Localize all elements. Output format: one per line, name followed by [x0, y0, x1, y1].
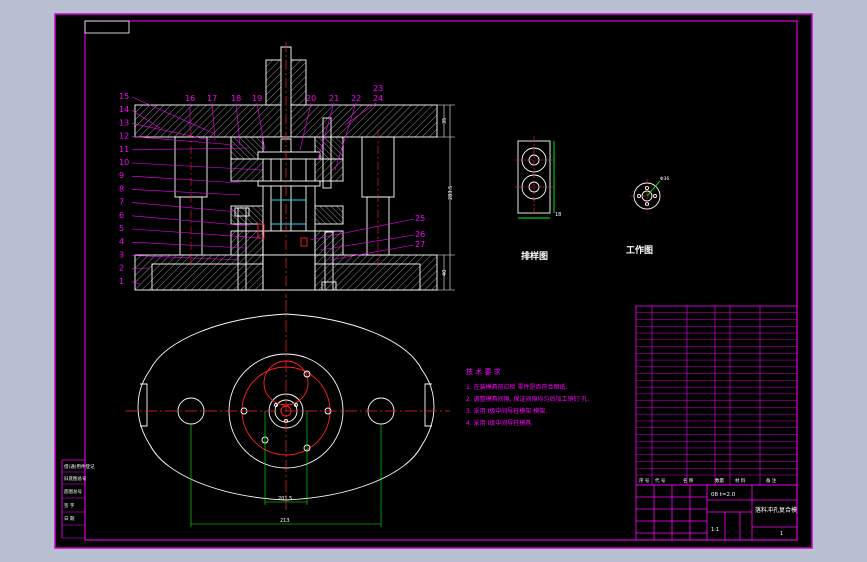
cad-frame: 借(通)用件登记 旧底图总号 底图总号 签 字 日 期 283.5 35 40 …: [0, 0, 867, 562]
title-scale: 1:1: [711, 527, 719, 533]
title-drawing-name: 落料冲孔复合模: [755, 506, 797, 514]
part-label-13: 13: [119, 118, 129, 127]
title-material: 08 t=2.0: [711, 492, 736, 498]
part-label-21: 21: [329, 94, 339, 103]
plan-dim-inner: 201.5: [278, 496, 292, 502]
part-label-24: 24: [373, 94, 383, 103]
bom-header-4: 材 料: [735, 477, 746, 484]
bom-header-2: 名 称: [683, 477, 694, 484]
workpiece-title: 工作图: [626, 244, 653, 256]
part-label-19: 19: [252, 94, 262, 103]
title-sheet: 1: [780, 531, 783, 537]
part-label-15: 15: [119, 92, 129, 101]
stamp-cell-2: 底图总号: [64, 488, 82, 495]
dim-bottom-label: 40: [442, 270, 448, 276]
part-label-20: 20: [306, 94, 316, 103]
dim-top-label: 35: [442, 118, 448, 124]
part-label-14: 14: [119, 105, 129, 114]
cad-drawing: 借(通)用件登记 旧底图总号 底图总号 签 字 日 期 283.5 35 40 …: [54, 13, 813, 549]
part-label-5: 5: [119, 224, 124, 233]
dim-height-label: 283.5: [448, 186, 454, 200]
plan-dim-outer: 213: [280, 518, 290, 524]
tech-note-4: 4. 采用 Ⅰ级中间导柱模具.: [466, 419, 533, 427]
part-label-1: 1: [119, 277, 124, 286]
part-label-16: 16: [185, 94, 195, 103]
stamp-cell-3: 签 字: [64, 502, 75, 509]
strip-layout-title: 排样图: [521, 250, 548, 262]
part-label-18: 18: [231, 94, 241, 103]
part-label-11: 11: [119, 145, 129, 154]
part-label-12: 12: [119, 132, 129, 141]
tech-note-2: 2. 调整模具间隙, 保证间隙均匀后加工销钉 孔.: [466, 395, 589, 403]
stamp-cell-1: 旧底图总号: [64, 475, 87, 482]
tech-note-3: 3. 采用 Ⅰ级中间导柱模架 模架.: [466, 407, 547, 415]
part-label-7: 7: [119, 198, 124, 207]
part-label-23: 23: [373, 84, 383, 93]
part-label-8: 8: [119, 184, 124, 193]
part-labels-right-top: 2324: [373, 84, 383, 103]
part-label-26: 26: [415, 230, 425, 239]
part-label-22: 22: [351, 94, 361, 103]
stamp-cell-0: 借(通)用件登记: [64, 463, 95, 470]
stamp-cell-4: 日 期: [64, 516, 75, 522]
part-label-4: 4: [119, 237, 124, 246]
part-label-27: 27: [415, 240, 425, 249]
part-label-10: 10: [119, 158, 129, 167]
bom-header-1: 代 号: [655, 477, 666, 484]
part-label-2: 2: [119, 264, 124, 273]
part-label-9: 9: [119, 171, 124, 180]
part-label-3: 3: [119, 250, 124, 259]
part-labels-right: 25 2627: [415, 214, 425, 249]
bom-header-5: 备 注: [766, 477, 777, 484]
bom-header-3: 数量: [715, 477, 724, 484]
workpiece-dim-label: Φ36: [660, 176, 669, 182]
strip-dim-label: 18: [555, 212, 561, 218]
tech-note-1: 1. 在装模具前应检 零件是否符合图纸.: [466, 383, 568, 391]
part-label-17: 17: [207, 94, 217, 103]
tech-notes-heading: 技 术 要 求: [466, 367, 501, 376]
part-label-25: 25: [415, 214, 425, 223]
part-label-6: 6: [119, 211, 124, 220]
bom-header-0: 序 号: [639, 477, 650, 484]
